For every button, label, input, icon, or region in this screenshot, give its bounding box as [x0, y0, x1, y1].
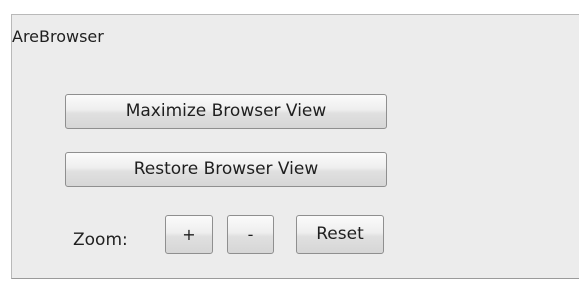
zoom-reset-button[interactable]: Reset	[296, 215, 384, 254]
zoom-in-button[interactable]: +	[165, 215, 213, 254]
restore-browser-view-button[interactable]: Restore Browser View	[65, 152, 387, 187]
zoom-label: Zoom:	[73, 230, 128, 250]
maximize-browser-view-button[interactable]: Maximize Browser View	[65, 94, 387, 129]
zoom-out-button[interactable]: -	[227, 215, 274, 254]
panel-title: AreBrowser	[12, 27, 104, 46]
